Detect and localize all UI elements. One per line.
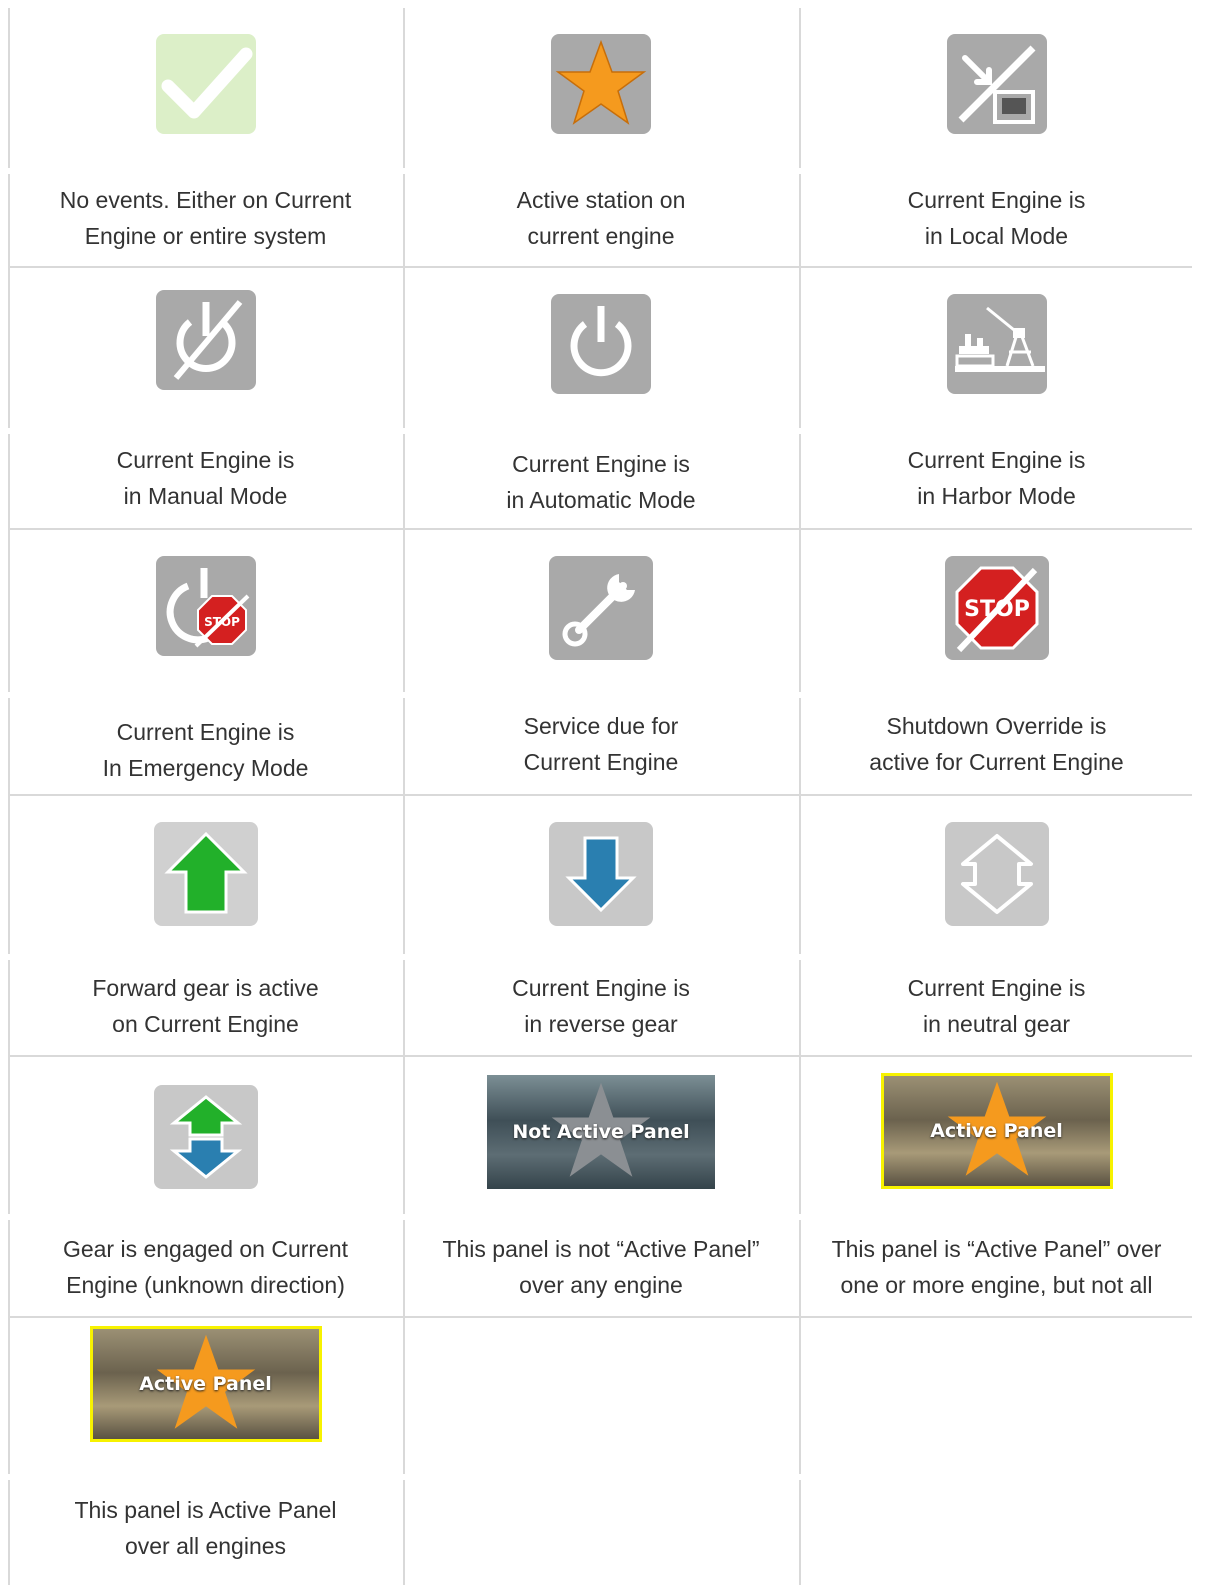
legend-description: Current Engine is in neutral gear — [907, 975, 1086, 1037]
legend-description: Current Engine is in reverse gear — [512, 975, 690, 1037]
legend-description: Active station on current engine — [516, 187, 686, 249]
power-icon — [551, 294, 651, 394]
legend-cell: Service due for Current Engine — [403, 528, 799, 794]
legend-description: Current Engine is in Automatic Mode — [506, 451, 696, 513]
active-panel-badge: Active Panel — [89, 1326, 322, 1442]
legend-description: This panel is not “Active Panel” over any… — [442, 1236, 760, 1298]
arrow-down-icon — [549, 822, 653, 926]
checkmark-icon — [155, 34, 256, 134]
legend-cell: Active Panel This panel is “Active Panel… — [799, 1055, 1194, 1316]
legend-description: Gear is engaged on Current Engine (unknow… — [62, 1236, 349, 1298]
legend-description: Shutdown Override is active for Current E… — [869, 713, 1124, 775]
legend-description: Current Engine is in Harbor Mode — [907, 447, 1086, 509]
legend-cell: Active station on current engine — [403, 8, 799, 266]
gear-engaged-icon — [153, 1085, 258, 1189]
local-mode-icon — [946, 34, 1047, 134]
legend-cell: STOP Shutdown Override isactive for Curr… — [799, 528, 1194, 794]
legend-cell: Gear is engaged on Current Engine (unknow… — [8, 1055, 403, 1316]
wrench-icon — [549, 556, 653, 660]
legend-description: Forward gear is active on Current Engine — [92, 975, 319, 1037]
legend-cell: Current Engine is in Local Mode — [799, 8, 1194, 266]
harbor-crane-icon — [946, 294, 1047, 394]
arrow-up-icon — [153, 822, 258, 926]
manual-mode-icon — [155, 290, 256, 390]
legend-description: Current Engine is in Manual Mode — [116, 447, 295, 509]
legend-description: Service due for Current Engine — [523, 713, 679, 775]
not-active-panel-badge: Not Active Panel — [487, 1075, 715, 1189]
neutral-arrows-icon — [944, 822, 1049, 926]
legend-description: This panel is Active Panel over all engin… — [74, 1497, 337, 1559]
legend-cell: Current Engine is in Automatic Mode — [403, 266, 799, 528]
stop-override-icon: STOP — [944, 556, 1049, 660]
legend-cell: Active Panel This panel is Active Panel o… — [8, 1316, 403, 1585]
legend-cell: Not Active Panel This panel is not “Acti… — [403, 1055, 799, 1316]
legend-description: Current Engine is in Local Mode — [907, 187, 1086, 249]
active-panel-badge: Active Panel — [880, 1073, 1113, 1189]
star-icon — [551, 34, 651, 134]
legend-description: This panel is “Active Panel” over one or … — [831, 1236, 1162, 1298]
legend-cell: Current Engine is in reverse gear — [403, 794, 799, 1055]
legend-description: Current Engine is In Emergency Mode — [102, 719, 309, 781]
legend-cell: Current Engine is in Manual Mode — [8, 266, 403, 528]
emergency-stop-icon: STOP — [155, 556, 256, 656]
legend-cell: STOP Current Engine isIn Emergency Mode — [8, 528, 403, 794]
legend-cell: No events. Either on Current Engine or en… — [8, 8, 403, 266]
legend-cell: Current Engine is in neutral gear — [799, 794, 1194, 1055]
legend-description: No events. Either on Current Engine or en… — [59, 187, 352, 249]
legend-cell: Forward gear is active on Current Engine — [8, 794, 403, 1055]
legend-cell: Current Engine is in Harbor Mode — [799, 266, 1194, 528]
